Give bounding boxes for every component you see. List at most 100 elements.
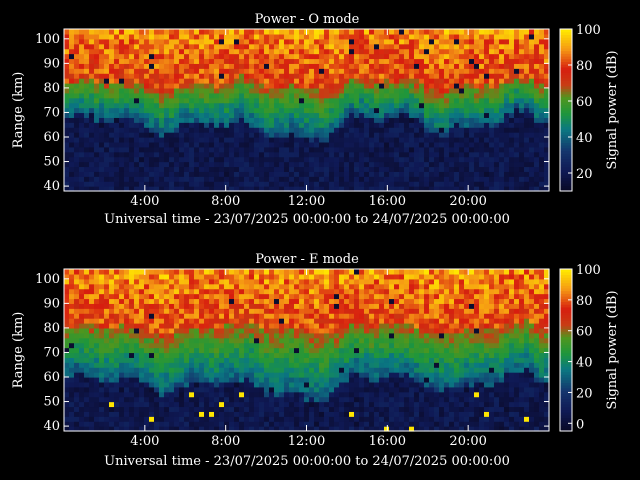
- heatmap-cell: [394, 161, 400, 168]
- heatmap-cell: [169, 181, 175, 187]
- heatmap-cell: [369, 176, 375, 182]
- heatmap-cell: [279, 308, 285, 314]
- heatmap-cell: [384, 161, 390, 168]
- heatmap-cell: [159, 137, 165, 143]
- heatmap-cell: [144, 146, 150, 153]
- heatmap-cell: [209, 411, 215, 417]
- heatmap-cell: [349, 83, 355, 89]
- heatmap-cell: [79, 117, 85, 123]
- heatmap-cell: [154, 337, 160, 344]
- heatmap-cell: [359, 48, 365, 55]
- heatmap-cell: [134, 308, 140, 314]
- heatmap-cell: [189, 401, 195, 408]
- heatmap-cell: [379, 181, 385, 187]
- heatmap-cell: [69, 137, 75, 143]
- heatmap-cell: [359, 156, 365, 163]
- heatmap-cell: [369, 181, 375, 187]
- heatmap-cell: [429, 58, 435, 64]
- heatmap-cell: [94, 298, 100, 304]
- heatmap-cell: [274, 406, 280, 412]
- heatmap-cell: [79, 293, 85, 300]
- heatmap-cell: [284, 53, 290, 60]
- heatmap-cell: [384, 73, 390, 79]
- heatmap-cell: [494, 83, 500, 89]
- heatmap-cell: [284, 141, 290, 148]
- heatmap-cell: [304, 391, 310, 398]
- heatmap-cell: [219, 166, 225, 172]
- heatmap-cell: [514, 117, 520, 123]
- heatmap-cell: [189, 288, 195, 295]
- heatmap-cell: [364, 92, 370, 99]
- heatmap-cell: [384, 156, 390, 163]
- heatmap-cell: [239, 171, 245, 177]
- heatmap-cell: [424, 97, 430, 104]
- heatmap-cell: [449, 63, 455, 69]
- heatmap-cell: [144, 288, 150, 295]
- heatmap-cell: [499, 117, 505, 123]
- heatmap-cell: [374, 48, 380, 55]
- heatmap-cell: [64, 337, 70, 344]
- heatmap-cell: [384, 87, 390, 94]
- heatmap-cell: [229, 381, 235, 388]
- heatmap-cell: [184, 58, 190, 64]
- heatmap-cell: [249, 33, 255, 40]
- heatmap-cell: [104, 146, 110, 153]
- heatmap-cell: [279, 97, 285, 104]
- heatmap-cell: [459, 83, 465, 89]
- heatmap-cell: [324, 78, 330, 84]
- heatmap-cell: [114, 406, 120, 412]
- heatmap-cell: [314, 127, 320, 133]
- heatmap-cell: [374, 43, 380, 50]
- heatmap-cell: [489, 181, 495, 187]
- heatmap-cell: [89, 421, 95, 427]
- heatmap-cell: [409, 156, 415, 163]
- heatmap-cell: [419, 38, 425, 45]
- heatmap-cell: [139, 38, 145, 45]
- heatmap-cell: [444, 58, 450, 64]
- heatmap-cell: [229, 372, 235, 378]
- heatmap-cell: [99, 411, 105, 417]
- heatmap-cell: [204, 416, 210, 422]
- heatmap-cell: [149, 362, 155, 368]
- heatmap-cell: [64, 122, 70, 128]
- heatmap-cell: [279, 181, 285, 187]
- heatmap-cell: [134, 43, 140, 50]
- heatmap-cell: [439, 122, 445, 128]
- heatmap-cell: [269, 269, 275, 275]
- heatmap-cell: [219, 323, 225, 329]
- heatmap-cell: [204, 318, 210, 324]
- heatmap-cell: [74, 381, 80, 388]
- heatmap-cell: [219, 278, 225, 285]
- heatmap-cell: [384, 102, 390, 109]
- heatmap-cell: [229, 53, 235, 60]
- heatmap-cell: [139, 171, 145, 177]
- heatmap-cell: [409, 112, 415, 118]
- heatmap-cell: [294, 421, 300, 427]
- heatmap-cell: [519, 73, 525, 79]
- heatmap-cell: [239, 357, 245, 363]
- heatmap-cell: [79, 327, 85, 334]
- heatmap-cell: [84, 372, 90, 378]
- heatmap-cell: [269, 78, 275, 84]
- heatmap-cell: [109, 303, 115, 309]
- heatmap-cell: [159, 181, 165, 187]
- heatmap-cell: [284, 43, 290, 50]
- heatmap-cell: [64, 411, 70, 417]
- heatmap-cell: [534, 112, 540, 118]
- heatmap-cell: [119, 117, 125, 123]
- heatmap-cell: [504, 127, 510, 133]
- heatmap-cell: [99, 318, 105, 324]
- heatmap-cell: [99, 117, 105, 123]
- heatmap-cell: [84, 273, 90, 280]
- heatmap-cell: [264, 117, 270, 123]
- heatmap-cell: [79, 362, 85, 368]
- heatmap-cell: [274, 92, 280, 99]
- heatmap-cell: [484, 181, 490, 187]
- heatmap-cell: [149, 146, 155, 153]
- heatmap-cell: [224, 48, 230, 55]
- heatmap-cell: [419, 132, 425, 138]
- heatmap-cell: [254, 367, 260, 373]
- heatmap-cell: [254, 273, 260, 280]
- heatmap-cell: [179, 332, 185, 339]
- heatmap-cell: [474, 176, 480, 182]
